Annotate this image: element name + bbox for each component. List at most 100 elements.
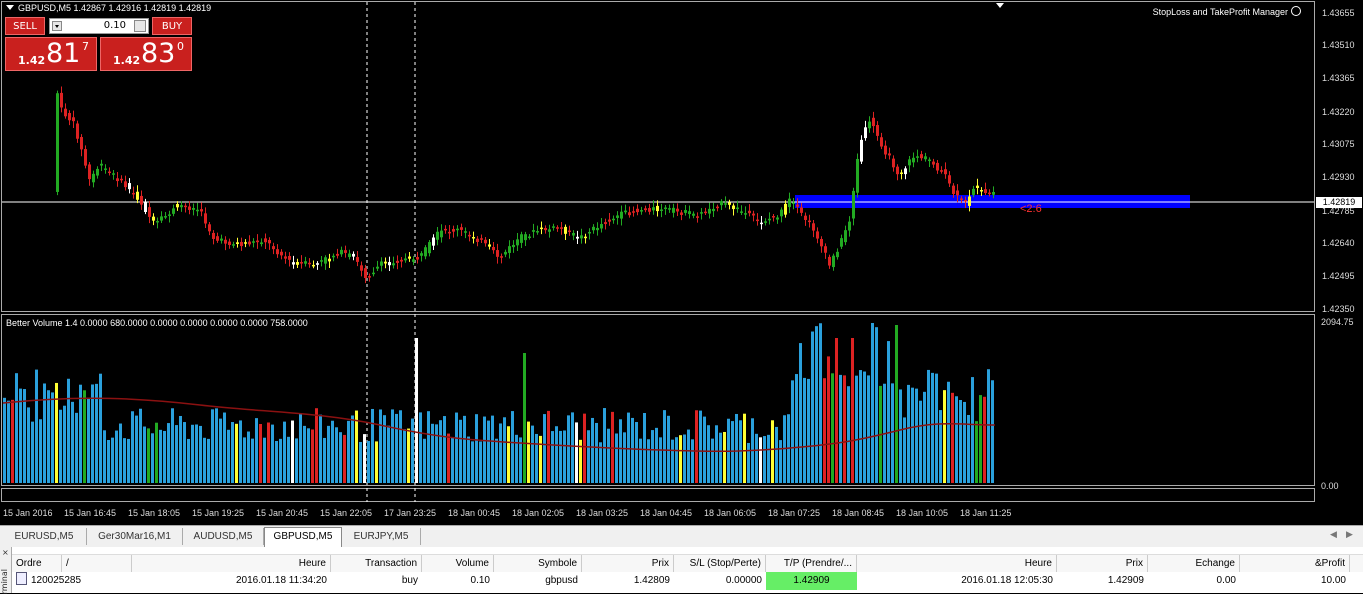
chevron-down-icon[interactable] <box>52 21 62 31</box>
candle-body <box>344 250 347 253</box>
header-price[interactable]: Prix <box>582 555 674 572</box>
header-volume[interactable]: Volume <box>422 555 494 572</box>
volume-bar <box>867 375 870 483</box>
candle-body <box>960 198 963 201</box>
header-stoploss[interactable]: S/L (Stop/Perte) <box>674 555 766 572</box>
volume-axis-min: 0.00 <box>1321 481 1339 491</box>
symbol-title: GBPUSD,M5 1.42867 1.42916 1.42819 1.4281… <box>6 3 211 13</box>
volume-bar <box>763 436 766 483</box>
candle-body <box>936 162 939 171</box>
lot-size-input[interactable]: 0.10 <box>49 18 149 34</box>
candle-body <box>560 227 563 229</box>
volume-bar <box>675 437 678 483</box>
time-tick-label: 15 Jan 2016 <box>3 508 53 518</box>
volume-bar <box>231 422 234 483</box>
candle-body <box>628 212 631 216</box>
header-order[interactable]: Ordre <box>12 555 62 572</box>
candle-body <box>284 256 287 259</box>
tab-eurusd[interactable]: EURUSD,M5 <box>2 528 87 545</box>
volume-bar <box>235 423 238 483</box>
candle-body <box>92 173 95 183</box>
candle-body <box>640 210 643 212</box>
tab-ger30[interactable]: Ger30Mar16,M1 <box>87 528 183 545</box>
terminal-side-tab[interactable]: × rminal <box>0 547 12 594</box>
candle-body <box>332 255 335 258</box>
candle-body <box>336 253 339 256</box>
volume-bar <box>671 439 674 483</box>
sell-price-box[interactable]: 1.42 81 7 <box>5 37 97 71</box>
candle-body <box>108 171 111 174</box>
candle-body <box>636 208 639 213</box>
tab-audusd[interactable]: AUDUSD,M5 <box>183 528 264 545</box>
lot-size-value: 0.10 <box>103 20 126 31</box>
candle-body <box>292 262 295 265</box>
candle-body <box>916 156 919 158</box>
candle-body <box>928 159 931 162</box>
tab-scroll-left-icon[interactable]: ◀ <box>1330 530 1337 540</box>
tab-gbpusd[interactable]: GBPUSD,M5 <box>264 527 342 547</box>
spinner-icon[interactable] <box>134 20 146 32</box>
row-volume: 0.10 <box>470 575 490 586</box>
volume-bar <box>291 420 294 483</box>
chart-tab-bar: EURUSD,M5 Ger30Mar16,M1 AUDUSD,M5 GBPUSD… <box>0 525 1363 547</box>
volume-bar <box>391 409 394 483</box>
volume-bar <box>603 408 606 483</box>
volume-bar <box>227 429 230 483</box>
volume-bar <box>483 416 486 483</box>
candle-body <box>152 216 155 221</box>
volume-bar <box>47 390 50 483</box>
smiley-icon <box>1291 6 1301 16</box>
header-profit[interactable]: &Profit <box>1240 555 1350 572</box>
candle-body <box>908 159 911 166</box>
candle-body <box>140 195 143 205</box>
candle-body <box>372 272 375 275</box>
caret-down-icon[interactable] <box>6 5 14 10</box>
header-sort-indicator[interactable]: / <box>62 555 132 572</box>
volume-bar <box>139 408 142 483</box>
volume-bar <box>19 388 22 483</box>
header-symbol[interactable]: Symbole <box>494 555 582 572</box>
buy-price-fraction: 0 <box>177 40 184 53</box>
candle-body <box>500 256 503 258</box>
volume-bar <box>319 414 322 483</box>
volume-bar <box>179 415 182 483</box>
candle-body <box>688 211 691 215</box>
header-close-price[interactable]: Prix <box>1057 555 1148 572</box>
candle-body <box>692 213 695 216</box>
volume-bar <box>959 399 962 483</box>
candle-body <box>136 191 139 200</box>
volume-bar <box>435 424 438 483</box>
header-takeprofit[interactable]: T/P (Prendre/... <box>766 555 857 572</box>
volume-bar <box>987 369 990 483</box>
volume-bar <box>663 410 666 483</box>
volume-bar <box>975 421 978 483</box>
header-close-time[interactable]: Heure <box>857 555 1057 572</box>
buy-price-box[interactable]: 1.42 83 0 <box>100 37 192 71</box>
buy-button[interactable]: BUY <box>152 17 192 35</box>
sell-button[interactable]: SELL <box>5 17 45 35</box>
tab-scroll-right-icon[interactable]: ▶ <box>1346 530 1353 540</box>
volume-bar <box>463 415 466 483</box>
volume-bar <box>635 422 638 483</box>
volume-bar <box>711 438 714 483</box>
volume-bar <box>859 370 862 483</box>
volume-bar <box>459 419 462 483</box>
header-time[interactable]: Heure <box>132 555 331 572</box>
volume-bar <box>855 375 858 483</box>
table-row[interactable]: 120025285 2016.01.18 11:34:20 buy 0.10 g… <box>12 572 1363 590</box>
current-price-label: 1.42819 <box>1316 197 1362 208</box>
header-swap[interactable]: Echange <box>1148 555 1240 572</box>
volume-bar <box>943 390 946 483</box>
chart-area[interactable]: GBPUSD,M5 1.42867 1.42916 1.42819 1.4281… <box>0 0 1363 524</box>
volume-bar <box>51 392 54 483</box>
close-icon[interactable]: × <box>2 548 9 557</box>
candle-body <box>784 203 787 215</box>
candle-body <box>256 240 259 243</box>
tab-eurjpy[interactable]: EURJPY,M5 <box>342 528 421 545</box>
volume-bar <box>399 410 402 483</box>
candle-body <box>940 170 943 172</box>
header-type[interactable]: Transaction <box>331 555 422 572</box>
candle-body <box>260 242 263 245</box>
volume-bar <box>591 417 594 483</box>
candle-body <box>492 246 495 251</box>
